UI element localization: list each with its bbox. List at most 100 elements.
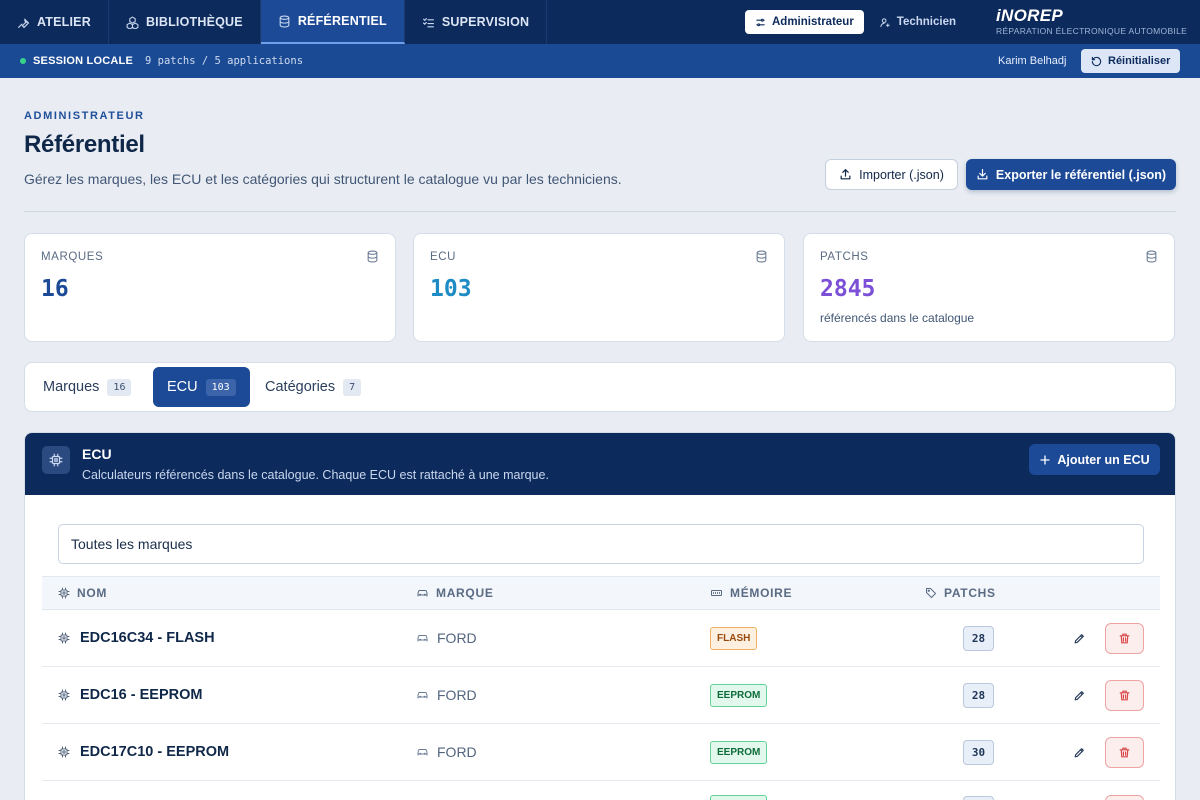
ecu-name: EDC16C34 - FLASH bbox=[80, 630, 215, 646]
rotate-icon bbox=[1091, 56, 1102, 67]
table-row[interactable]: EDC17C10 - EEPROM FORD EEPROM 30 bbox=[42, 724, 1160, 781]
patch-count-badge bbox=[963, 796, 994, 800]
sliders-icon bbox=[755, 17, 766, 28]
column-header-name[interactable]: NOM bbox=[58, 577, 107, 609]
role-admin-button[interactable]: Administrateur bbox=[745, 10, 864, 34]
database-icon bbox=[278, 15, 291, 28]
table-row-partial[interactable] bbox=[42, 781, 1160, 800]
memory-badge: EEPROM bbox=[710, 724, 768, 780]
wrench-icon bbox=[17, 16, 30, 29]
panel-header: ECU Calculateurs référencés dans le cata… bbox=[25, 433, 1175, 495]
chip-icon bbox=[58, 632, 70, 644]
import-button[interactable]: Importer (.json) bbox=[825, 159, 958, 190]
download-icon bbox=[976, 168, 989, 181]
chip-icon bbox=[58, 746, 70, 758]
delete-button[interactable] bbox=[1105, 667, 1144, 723]
edit-button[interactable] bbox=[1073, 667, 1086, 723]
ecu-panel: ECU Calculateurs référencés dans le cata… bbox=[24, 432, 1176, 800]
role-technician-button[interactable]: Technicien bbox=[870, 10, 966, 34]
memory-badge-label: EEPROM bbox=[710, 740, 768, 764]
user-gear-icon bbox=[880, 17, 891, 28]
cubes-icon bbox=[126, 16, 139, 29]
nav-tab-atelier[interactable]: ATELIER bbox=[0, 0, 109, 44]
tab-count-badge: 103 bbox=[205, 378, 236, 396]
ecu-brand-cell: FORD bbox=[416, 610, 477, 666]
tab-categories[interactable]: Catégories 7 bbox=[251, 367, 375, 407]
nav-tab-bibliotheque[interactable]: BIBLIOTHÈQUE bbox=[109, 0, 261, 44]
upload-icon bbox=[839, 168, 852, 181]
database-icon bbox=[1145, 250, 1158, 263]
ecu-name-cell: EDC16C34 - FLASH bbox=[58, 610, 215, 666]
brand-name: iNOREP bbox=[996, 6, 1063, 25]
section-tabs: Marques 16 ECU 103 Catégories 7 bbox=[24, 362, 1176, 412]
export-label: Exporter le référentiel (.json) bbox=[995, 167, 1167, 182]
pencil-icon bbox=[1073, 689, 1086, 702]
reset-label: Réinitialiser bbox=[1108, 55, 1171, 67]
stat-card-patchs: PATCHS 2845 référencés dans le catalogue bbox=[803, 233, 1175, 342]
import-label: Importer (.json) bbox=[859, 167, 944, 182]
memory-badge-label: FLASH bbox=[710, 626, 758, 650]
stat-card-marques: MARQUES 16 bbox=[24, 233, 396, 342]
export-button[interactable]: Exporter le référentiel (.json) bbox=[966, 159, 1176, 190]
patch-count: 28 bbox=[963, 682, 994, 708]
ecu-name: EDC16 - EEPROM bbox=[80, 687, 203, 703]
role-admin-label: Administrateur bbox=[772, 16, 854, 28]
ecu-name-cell: EDC16 - EEPROM bbox=[58, 667, 202, 723]
memory-icon bbox=[710, 587, 723, 599]
column-header-memory[interactable]: MÉMOIRE bbox=[710, 577, 792, 609]
table-row[interactable]: EDC16 - EEPROM FORD EEPROM 28 bbox=[42, 667, 1160, 724]
tab-marques[interactable]: Marques 16 bbox=[29, 367, 145, 407]
delete-button[interactable] bbox=[1105, 795, 1144, 800]
patch-count: 28 bbox=[963, 625, 994, 651]
plus-icon bbox=[1039, 454, 1051, 466]
brand-filter-select[interactable]: Toutes les marques bbox=[58, 524, 1144, 564]
role-switch: Administrateur Technicien bbox=[745, 10, 966, 34]
edit-button[interactable] bbox=[1073, 610, 1086, 666]
column-header-patchs[interactable]: PATCHS bbox=[925, 577, 996, 609]
header-divider bbox=[24, 211, 1176, 212]
ecu-brand: FORD bbox=[437, 744, 477, 760]
car-icon bbox=[416, 632, 429, 644]
car-icon bbox=[416, 689, 429, 701]
trash-icon bbox=[1105, 736, 1144, 768]
pencil-icon bbox=[1073, 746, 1086, 759]
stat-label: MARQUES bbox=[41, 251, 104, 263]
tab-label: Marques bbox=[43, 379, 100, 395]
nav-tab-label: BIBLIOTHÈQUE bbox=[145, 15, 243, 29]
add-ecu-button[interactable]: Ajouter un ECU bbox=[1029, 444, 1160, 475]
memory-badge: FLASH bbox=[710, 610, 758, 666]
ecu-brand-cell: FORD bbox=[416, 724, 477, 780]
user-name: Karim Belhadj bbox=[998, 55, 1067, 67]
panel-title: ECU bbox=[82, 446, 112, 462]
tab-count-badge: 16 bbox=[107, 378, 132, 396]
patch-count-badge: 28 bbox=[963, 610, 994, 666]
delete-button[interactable] bbox=[1105, 610, 1144, 666]
trash-icon bbox=[1105, 622, 1144, 654]
tab-label: ECU bbox=[167, 379, 198, 395]
reset-button[interactable]: Réinitialiser bbox=[1081, 49, 1181, 73]
brand-tagline: RÉPARATION ÉLECTRONIQUE AUTOMOBILE bbox=[996, 26, 1188, 36]
delete-button[interactable] bbox=[1105, 724, 1144, 780]
nav-tab-supervision[interactable]: SUPERVISION bbox=[405, 0, 548, 44]
database-icon bbox=[366, 250, 379, 263]
stat-label: PATCHS bbox=[820, 251, 869, 263]
session-info: 9 patchs / 5 applications bbox=[144, 55, 304, 67]
ecu-brand: FORD bbox=[437, 630, 477, 646]
table-row[interactable]: EDC16C34 - FLASH FORD FLASH 28 bbox=[42, 610, 1160, 667]
pencil-icon bbox=[1073, 632, 1086, 645]
nav-tab-label: ATELIER bbox=[37, 15, 91, 29]
nav-tab-referentiel[interactable]: RÉFÉRENTIEL bbox=[260, 0, 405, 44]
column-header-brand[interactable]: MARQUE bbox=[416, 577, 494, 609]
brand-logo: iNOREP RÉPARATION ÉLECTRONIQUE AUTOMOBIL… bbox=[996, 6, 1188, 37]
panel-description: Calculateurs référencés dans le catalogu… bbox=[82, 468, 549, 482]
chip-icon bbox=[58, 587, 70, 599]
patch-count-badge: 30 bbox=[963, 724, 994, 780]
patch-count: 30 bbox=[963, 739, 994, 765]
column-label: MARQUE bbox=[436, 586, 494, 600]
trash-icon bbox=[1105, 679, 1144, 711]
tab-ecu[interactable]: ECU 103 bbox=[153, 367, 250, 407]
nav-tab-label: SUPERVISION bbox=[441, 15, 530, 29]
edit-button[interactable] bbox=[1073, 724, 1086, 780]
session-bar: SESSION LOCALE 9 patchs / 5 applications… bbox=[0, 44, 1200, 78]
page-subtitle: Gérez les marques, les ECU et les catégo… bbox=[24, 171, 622, 187]
